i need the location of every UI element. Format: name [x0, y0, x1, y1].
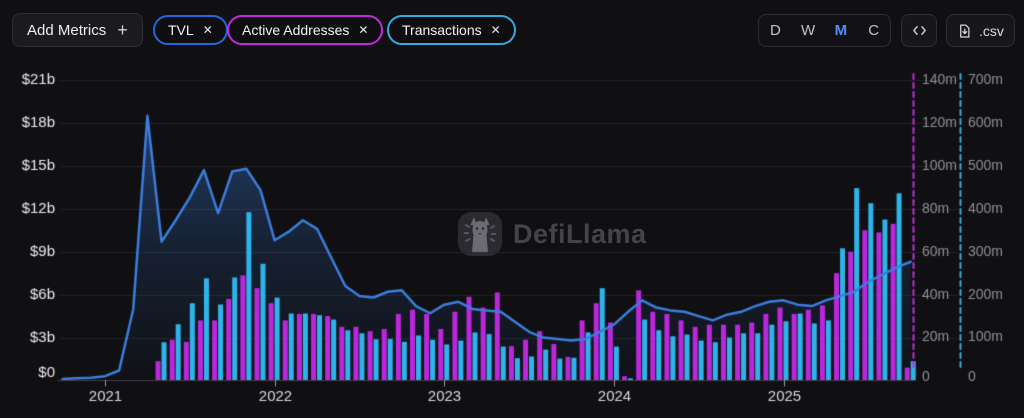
metric-pill-label: Active Addresses — [242, 22, 349, 38]
interval-monthly[interactable]: M — [825, 15, 858, 46]
metric-pill-label: Transactions — [402, 22, 482, 38]
close-icon[interactable]: ✕ — [203, 24, 213, 36]
add-metrics-label: Add Metrics — [27, 22, 106, 39]
plus-icon: + — [117, 21, 128, 39]
interval-daily[interactable]: D — [759, 15, 792, 46]
defillama-chart-page: DefiLlama Add Metrics + TVL ✕ Active Add… — [0, 0, 1024, 418]
interval-weekly[interactable]: W — [792, 15, 825, 46]
file-download-icon — [957, 23, 972, 39]
close-icon[interactable]: ✕ — [358, 24, 368, 36]
download-csv-button[interactable]: .csv — [946, 14, 1015, 47]
embed-code-button[interactable] — [901, 14, 937, 47]
code-brackets-icon — [912, 24, 927, 37]
csv-button-label: .csv — [979, 23, 1004, 39]
chart-toolbar: Add Metrics + TVL ✕ Active Addresses ✕ T… — [0, 0, 1024, 56]
add-metrics-button[interactable]: Add Metrics + — [12, 13, 143, 47]
interval-selector: D W M C — [758, 14, 891, 47]
metric-pill-label: TVL — [168, 22, 194, 38]
metric-pill-transactions[interactable]: Transactions ✕ — [387, 15, 516, 45]
interval-cumulative[interactable]: C — [857, 15, 890, 46]
metric-pill-active-addresses[interactable]: Active Addresses ✕ — [227, 15, 383, 45]
chart-plot-area[interactable] — [60, 68, 912, 386]
metric-pill-tvl[interactable]: TVL ✕ — [153, 15, 228, 45]
close-icon[interactable]: ✕ — [491, 24, 501, 36]
